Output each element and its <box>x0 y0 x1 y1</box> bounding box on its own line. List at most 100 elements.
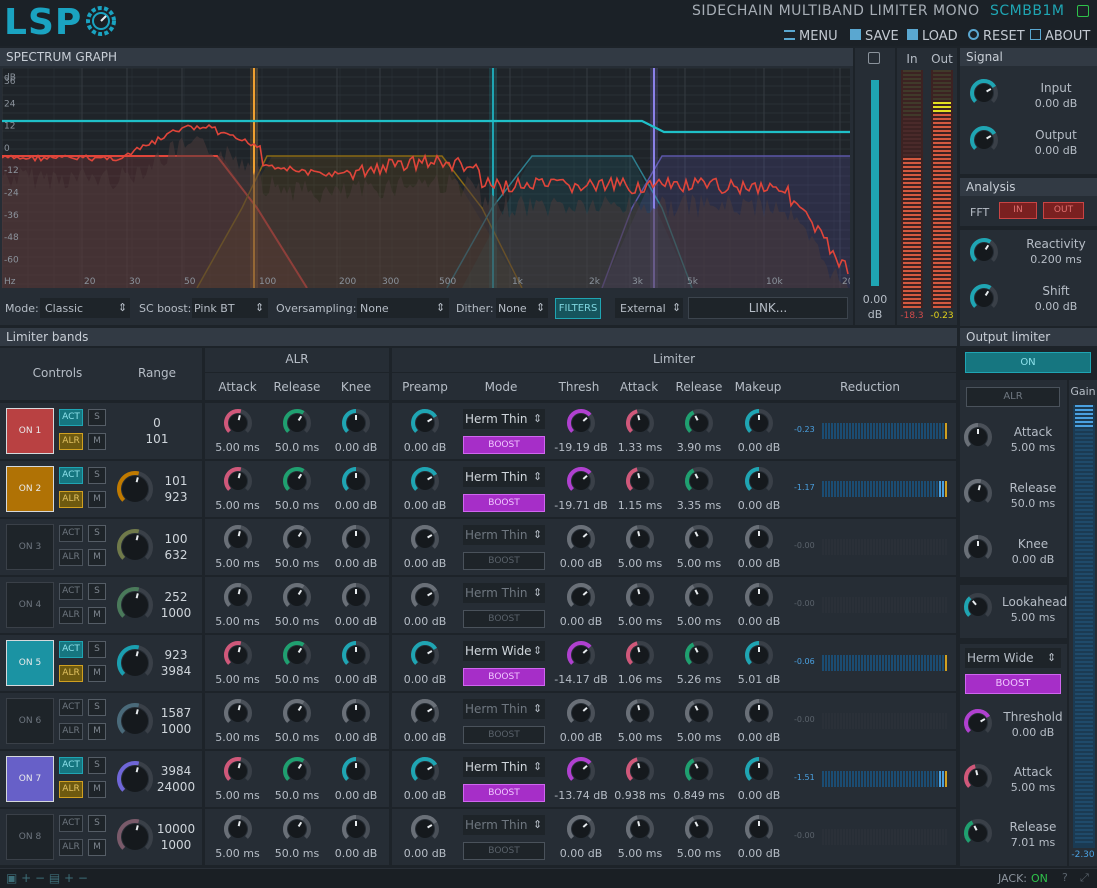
makeup-knob[interactable] <box>744 524 774 558</box>
band-act-button[interactable]: ACT <box>59 583 83 600</box>
thresh-knob[interactable] <box>566 640 596 674</box>
lim-release-knob[interactable] <box>684 698 714 732</box>
band-act-button[interactable]: ACT <box>59 699 83 716</box>
dither-select[interactable]: None ⇕ <box>496 298 548 318</box>
lim-attack-knob[interactable] <box>625 524 655 558</box>
lim-release-knob[interactable] <box>684 524 714 558</box>
band-boost-button[interactable]: BOOST <box>463 494 545 512</box>
alr-attack-knob[interactable] <box>223 524 253 558</box>
makeup-knob[interactable] <box>744 756 774 790</box>
source-select[interactable]: External ⇕ <box>615 298 683 318</box>
band-mode-select[interactable]: Herm Thin ⇕ <box>463 525 545 545</box>
band-on-button[interactable]: ON 3 <box>6 524 54 570</box>
makeup-knob[interactable] <box>744 408 774 442</box>
alr-knee-knob[interactable] <box>341 814 371 848</box>
alr-knee-knob[interactable] <box>341 408 371 442</box>
alr-release-knob[interactable] <box>282 698 312 732</box>
preamp-knob[interactable] <box>410 756 440 790</box>
ol-release-knob[interactable] <box>963 478 993 512</box>
load-button[interactable]: LOAD <box>907 25 958 44</box>
band-split-knob[interactable] <box>116 760 154 802</box>
menu-button[interactable]: MENU <box>784 25 838 44</box>
ol-release2-knob[interactable] <box>963 818 993 852</box>
band-boost-button[interactable]: BOOST <box>463 436 545 454</box>
band-on-button[interactable]: ON 5 <box>6 640 54 686</box>
thresh-knob[interactable] <box>566 466 596 500</box>
lim-release-knob[interactable] <box>684 408 714 442</box>
band-mode-select[interactable]: Herm Thin ⇕ <box>463 467 545 487</box>
link-button[interactable]: LINK... <box>688 297 848 319</box>
band-boost-button[interactable]: BOOST <box>463 726 545 744</box>
ol-lookahead-knob[interactable] <box>963 592 993 626</box>
reactivity-knob[interactable] <box>969 237 999 271</box>
filters-button[interactable]: FILTERS <box>555 298 601 319</box>
thresh-knob[interactable] <box>566 756 596 790</box>
lim-attack-knob[interactable] <box>625 408 655 442</box>
shift-knob[interactable] <box>969 283 999 317</box>
band-alr-button[interactable]: ALR <box>59 491 83 508</box>
band-solo-button[interactable]: S <box>88 699 106 716</box>
alr-attack-knob[interactable] <box>223 466 253 500</box>
alr-release-knob[interactable] <box>282 582 312 616</box>
reset-button[interactable]: RESET <box>968 25 1025 44</box>
save-button[interactable]: SAVE <box>850 25 899 44</box>
makeup-knob[interactable] <box>744 582 774 616</box>
alr-release-knob[interactable] <box>282 466 312 500</box>
band-solo-button[interactable]: S <box>88 815 106 832</box>
resize-icon[interactable]: ⤢ <box>1080 871 1089 885</box>
alr-knee-knob[interactable] <box>341 640 371 674</box>
lim-release-knob[interactable] <box>684 582 714 616</box>
thresh-knob[interactable] <box>566 582 596 616</box>
band-mode-select[interactable]: Herm Thin ⇕ <box>463 409 545 429</box>
ol-mode-select[interactable]: Herm Wide ⇕ <box>965 648 1061 668</box>
band-on-button[interactable]: ON 8 <box>6 814 54 860</box>
alr-knee-knob[interactable] <box>341 698 371 732</box>
help-icon[interactable]: ? <box>1062 871 1068 884</box>
band-mute-button[interactable]: M <box>88 607 106 624</box>
band-split-knob[interactable] <box>116 528 154 570</box>
preamp-knob[interactable] <box>410 698 440 732</box>
mode-select[interactable]: Classic ⇕ <box>40 298 130 318</box>
band-solo-button[interactable]: S <box>88 525 106 542</box>
band-on-button[interactable]: ON 7 <box>6 756 54 802</box>
oversampling-select[interactable]: None ⇕ <box>357 298 449 318</box>
preamp-knob[interactable] <box>410 408 440 442</box>
band-solo-button[interactable]: S <box>88 641 106 658</box>
scboost-select[interactable]: Pink BT ⇕ <box>192 298 268 318</box>
lim-release-knob[interactable] <box>684 640 714 674</box>
preamp-knob[interactable] <box>410 466 440 500</box>
band-mode-select[interactable]: Herm Thin ⇕ <box>463 699 545 719</box>
makeup-knob[interactable] <box>744 698 774 732</box>
thresh-knob[interactable] <box>566 698 596 732</box>
lim-release-knob[interactable] <box>684 756 714 790</box>
band-alr-button[interactable]: ALR <box>59 549 83 566</box>
thresh-knob[interactable] <box>566 814 596 848</box>
preamp-knob[interactable] <box>410 814 440 848</box>
ol-attack2-knob[interactable] <box>963 763 993 797</box>
band-boost-button[interactable]: BOOST <box>463 552 545 570</box>
band-split-knob[interactable] <box>116 586 154 628</box>
band-on-button[interactable]: ON 1 <box>6 408 54 454</box>
ol-threshold-knob[interactable] <box>963 708 993 742</box>
band-solo-button[interactable]: S <box>88 409 106 426</box>
lim-attack-knob[interactable] <box>625 756 655 790</box>
band-on-button[interactable]: ON 6 <box>6 698 54 744</box>
band-on-button[interactable]: ON 4 <box>6 582 54 628</box>
input-knob[interactable] <box>969 78 999 112</box>
preamp-knob[interactable] <box>410 640 440 674</box>
band-on-button[interactable]: ON 2 <box>6 466 54 512</box>
alr-attack-knob[interactable] <box>223 814 253 848</box>
makeup-knob[interactable] <box>744 640 774 674</box>
band-act-button[interactable]: ACT <box>59 757 83 774</box>
alr-knee-knob[interactable] <box>341 756 371 790</box>
alr-attack-knob[interactable] <box>223 756 253 790</box>
band-split-knob[interactable] <box>116 702 154 744</box>
band-boost-button[interactable]: BOOST <box>463 842 545 860</box>
lim-attack-knob[interactable] <box>625 466 655 500</box>
band-boost-button[interactable]: BOOST <box>463 610 545 628</box>
band-mute-button[interactable]: M <box>88 839 106 856</box>
band-act-button[interactable]: ACT <box>59 815 83 832</box>
band-alr-button[interactable]: ALR <box>59 433 83 450</box>
band-solo-button[interactable]: S <box>88 467 106 484</box>
alr-release-knob[interactable] <box>282 524 312 558</box>
